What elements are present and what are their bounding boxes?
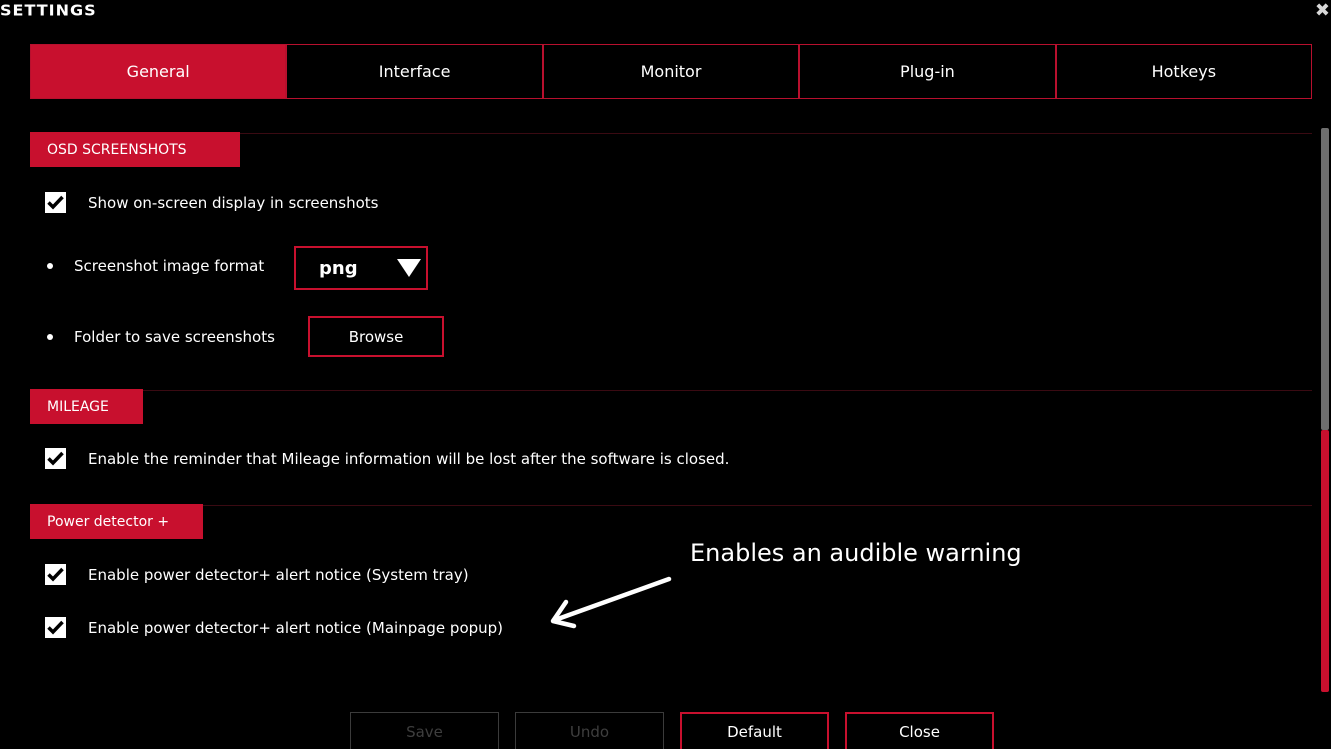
power-tray-label: Enable power detector+ alert notice (Sys… xyxy=(88,565,469,584)
dropdown-arrow-icon xyxy=(397,259,421,277)
bullet-icon xyxy=(47,334,53,340)
power-popup-row: Enable power detector+ alert notice (Mai… xyxy=(45,617,503,638)
format-select[interactable]: png xyxy=(294,246,428,290)
section-header-power: Power detector + xyxy=(30,504,203,539)
window-title: SETTINGS xyxy=(0,1,97,20)
checkmark-icon xyxy=(47,451,64,466)
browse-button[interactable]: Browse xyxy=(308,316,444,357)
tab-interface[interactable]: Interface xyxy=(285,45,541,98)
show-osd-row: Show on-screen display in screenshots xyxy=(45,192,379,213)
folder-row: Folder to save screenshots xyxy=(47,328,275,346)
section-header-mileage: MILEAGE xyxy=(30,389,143,424)
show-osd-checkbox[interactable] xyxy=(45,192,66,213)
scrollbar-track[interactable] xyxy=(1321,430,1329,692)
mileage-reminder-label: Enable the reminder that Mileage informa… xyxy=(88,449,730,468)
format-select-value: png xyxy=(319,257,358,279)
section-divider xyxy=(203,505,1312,506)
tab-bar: General Interface Monitor Plug-in Hotkey… xyxy=(30,44,1312,99)
section-divider xyxy=(240,133,1312,134)
power-tray-row: Enable power detector+ alert notice (Sys… xyxy=(45,564,469,585)
tab-monitor[interactable]: Monitor xyxy=(541,45,798,98)
save-button[interactable]: Save xyxy=(350,712,499,749)
mileage-reminder-row: Enable the reminder that Mileage informa… xyxy=(45,448,729,469)
format-label: Screenshot image format xyxy=(74,257,265,275)
settings-window: SETTINGS ✖ General Interface Monitor Plu… xyxy=(0,0,1331,749)
checkmark-icon xyxy=(47,620,64,635)
section-divider xyxy=(143,390,1312,391)
scrollbar-thumb[interactable] xyxy=(1321,128,1329,430)
section-header-osd: OSD SCREENSHOTS xyxy=(30,132,240,167)
annotation-text: Enables an audible warning xyxy=(690,539,1022,567)
checkmark-icon xyxy=(47,195,64,210)
undo-button[interactable]: Undo xyxy=(515,712,664,749)
bullet-icon xyxy=(47,263,53,269)
tab-hotkeys[interactable]: Hotkeys xyxy=(1054,45,1311,98)
power-popup-label: Enable power detector+ alert notice (Mai… xyxy=(88,618,504,637)
folder-label: Folder to save screenshots xyxy=(74,328,275,346)
close-icon[interactable]: ✖ xyxy=(1315,0,1330,21)
power-popup-checkbox[interactable] xyxy=(45,617,66,638)
annotation-arrow-icon xyxy=(550,576,672,629)
tab-plug-in[interactable]: Plug-in xyxy=(798,45,1054,98)
close-button[interactable]: Close xyxy=(845,712,994,749)
tab-general[interactable]: General xyxy=(31,45,286,98)
show-osd-label: Show on-screen display in screenshots xyxy=(88,193,379,212)
default-button[interactable]: Default xyxy=(680,712,829,749)
format-row: Screenshot image format xyxy=(47,257,264,275)
checkmark-icon xyxy=(47,567,64,582)
power-tray-checkbox[interactable] xyxy=(45,564,66,585)
mileage-reminder-checkbox[interactable] xyxy=(45,448,66,469)
